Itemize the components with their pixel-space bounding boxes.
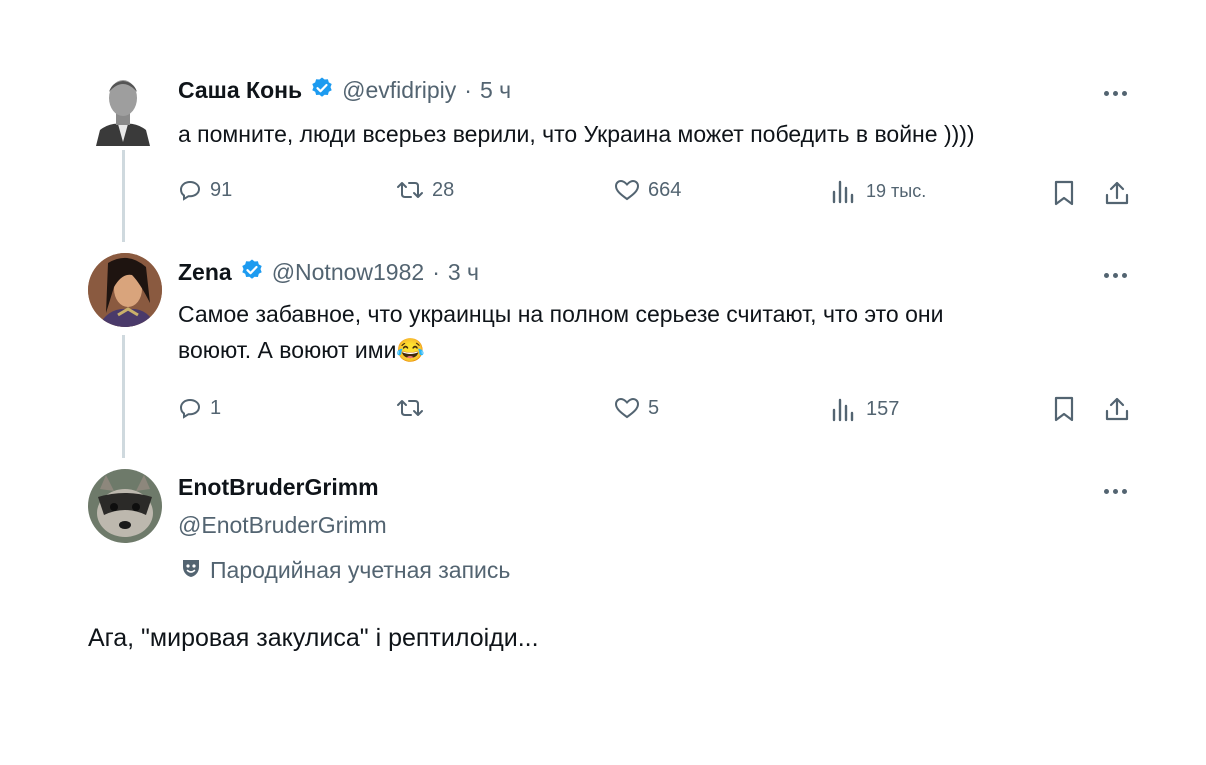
reply-button[interactable]: 1 <box>178 396 221 420</box>
views-button[interactable]: 157 <box>830 396 899 422</box>
separator: · <box>432 259 440 285</box>
avatar[interactable] <box>92 72 154 146</box>
like-count: 5 <box>648 396 660 419</box>
bookmark-icon[interactable] <box>1052 180 1076 211</box>
emoji: 😂 <box>396 337 426 363</box>
verified-icon <box>310 76 334 105</box>
thread-line <box>122 150 125 242</box>
views-count: 157 <box>866 397 900 420</box>
retweet-icon <box>397 400 423 416</box>
views-count: 19 тыс. <box>866 180 927 201</box>
timestamp[interactable]: 5 ч <box>480 77 511 104</box>
bookmark-icon[interactable] <box>1052 396 1076 427</box>
tweet-text-line: Самое забавное, что украинцы на полном с… <box>178 301 944 327</box>
tweet-text: Самое забавное, что украинцы на полном с… <box>178 296 943 368</box>
retweet-button[interactable]: 28 <box>396 178 454 202</box>
parody-label: Пародийная учетная запись <box>180 557 510 584</box>
tweet-text-line: воюют. А воюют ими😂 <box>178 337 426 363</box>
more-icon[interactable] <box>1104 88 1134 98</box>
reply-icon <box>179 180 201 201</box>
author-name[interactable]: EnotBruderGrimm <box>178 474 379 501</box>
separator: · <box>464 77 472 103</box>
more-icon[interactable] <box>1104 486 1134 496</box>
avatar[interactable] <box>88 253 162 327</box>
retweet-button[interactable] <box>396 396 432 420</box>
share-icon[interactable] <box>1104 396 1130 427</box>
like-icon <box>614 179 640 201</box>
parody-mask-icon <box>180 557 202 584</box>
parody-label-text: Пародийная учетная запись <box>210 557 511 583</box>
timestamp[interactable]: 3 ч <box>448 259 479 286</box>
views-button[interactable]: 19 тыс. <box>830 178 926 204</box>
reply-count: 91 <box>210 178 233 201</box>
like-count: 664 <box>648 178 682 201</box>
author-handle[interactable]: @EnotBruderGrimm <box>178 512 387 539</box>
author-name[interactable]: Zena <box>178 259 232 286</box>
more-icon[interactable] <box>1104 270 1134 280</box>
avatar[interactable] <box>88 469 162 543</box>
tweet-text: а помните, люди всерьез верили, что Укра… <box>178 121 975 147</box>
retweet-icon <box>397 182 423 198</box>
views-icon <box>832 398 854 422</box>
like-icon <box>614 397 640 419</box>
author-name[interactable]: Саша Конь <box>178 77 302 104</box>
reply-icon <box>179 398 201 419</box>
reply-button[interactable]: 91 <box>178 178 232 202</box>
author-handle[interactable]: @evfidripiy <box>342 77 456 104</box>
author-handle[interactable]: @Notnow1982 <box>272 259 425 286</box>
reply-count: 1 <box>210 396 222 419</box>
views-icon <box>832 180 854 204</box>
verified-icon <box>240 258 264 287</box>
like-button[interactable]: 664 <box>614 178 681 202</box>
tweet-text: Ага, "мировая закулиса" і рептилоіди... <box>88 624 539 652</box>
like-button[interactable]: 5 <box>614 396 659 420</box>
retweet-count: 28 <box>432 178 455 201</box>
share-icon[interactable] <box>1104 180 1130 211</box>
thread-line <box>122 335 125 458</box>
